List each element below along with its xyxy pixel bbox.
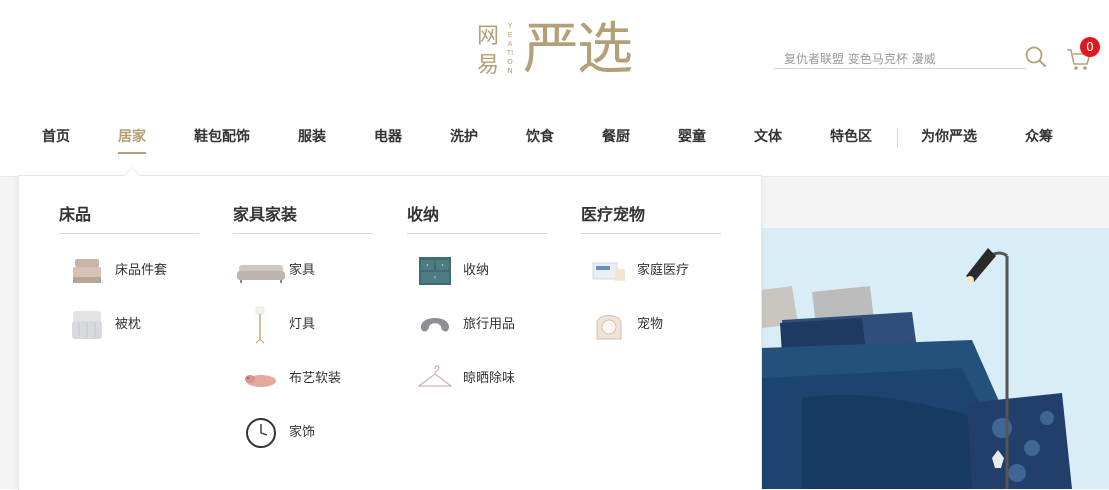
column-title: 床品 [59,204,199,234]
category-home-decor[interactable]: 家饰 [241,413,391,453]
category-label: 家庭医疗 [637,263,690,278]
category-home-medical[interactable]: 家庭医疗 [589,251,739,291]
category-dropdown: 床品 床品件套 被枕 家具家装 家具 灯具 布艺软装 家饰 收纳 收纳 旅行用品… [18,175,762,490]
category-soft-furnishing[interactable]: 布艺软装 [241,359,391,399]
category-label: 旅行用品 [463,317,516,332]
category-label: 晾晒除味 [463,371,516,386]
pet-carrier-icon [589,305,629,345]
column-title: 医疗宠物 [581,204,721,234]
category-bedding-set[interactable]: 床品件套 [67,251,217,291]
category-storage[interactable]: 收纳 [415,251,565,291]
clothes-hanger-icon [415,359,455,399]
medical-kit-icon [589,251,629,291]
category-label: 家具 [289,263,316,278]
nav-item-baby[interactable]: 婴童 [678,120,706,154]
bedroom-banner-image [762,228,1109,489]
sofa-icon [235,251,287,291]
logo-yanxuan-text: 严选 [523,17,633,82]
logo-netease-text: 网易 [476,24,499,78]
search-input[interactable] [774,49,1024,69]
nav-item-shoes-bags[interactable]: 鞋包配饰 [194,120,250,154]
nav-item-home[interactable]: 首页 [42,120,70,154]
logo-latin-text: YEATION [506,22,514,75]
category-label: 被枕 [115,317,142,332]
floor-lamp-icon [241,305,281,345]
category-label: 布艺软装 [289,371,342,386]
nav-item-crowdfunding[interactable]: 众筹 [1025,120,1053,154]
plush-toy-icon [241,359,281,399]
nav-item-picked-for-you[interactable]: 为你严选 [921,120,977,154]
wall-clock-icon [241,413,281,453]
storage-cabinet-icon [415,251,455,291]
bedding-set-icon [67,251,107,291]
nav-item-home-living[interactable]: 居家 [118,120,146,154]
category-travel[interactable]: 旅行用品 [415,305,565,345]
nav-item-food[interactable]: 饮食 [526,120,554,154]
nav-item-kitchen[interactable]: 餐厨 [602,120,630,154]
category-label: 收纳 [463,263,490,278]
brand-logo[interactable]: 网易 YEATION 严选 [473,17,658,88]
column-title: 家具家装 [233,204,373,234]
nav-item-personal-care[interactable]: 洗护 [450,120,478,154]
nav-divider [897,128,898,148]
nav-item-label: 居家 [118,129,146,145]
search-bar [774,48,1026,69]
category-pets[interactable]: 宠物 [589,305,739,345]
search-icon[interactable] [1024,45,1048,69]
column-title: 收纳 [407,204,547,234]
promo-banner[interactable] [762,228,1109,489]
nav-item-apparel[interactable]: 服装 [298,120,326,154]
category-quilt-pillow[interactable]: 被枕 [67,305,217,345]
category-label: 床品件套 [115,263,168,278]
main-nav: 首页 居家 鞋包配饰 服装 电器 洗护 饮食 餐厨 婴童 文体 特色区 为你严选… [0,120,1109,156]
quilt-pillow-icon [67,305,107,345]
category-furniture[interactable]: 家具 [237,251,391,291]
category-label: 宠物 [637,317,664,332]
cart-count-badge: 0 [1080,37,1100,57]
category-lighting[interactable]: 灯具 [241,305,391,345]
dropdown-caret-fill [124,168,140,176]
nav-item-featured[interactable]: 特色区 [830,120,872,154]
nav-item-sports-stationery[interactable]: 文体 [754,120,782,154]
active-underline [118,152,146,154]
category-drying[interactable]: 晾晒除味 [415,359,565,399]
category-label: 家饰 [289,425,316,440]
neck-pillow-icon [415,305,455,345]
nav-item-appliances[interactable]: 电器 [374,120,402,154]
category-label: 灯具 [289,317,316,332]
